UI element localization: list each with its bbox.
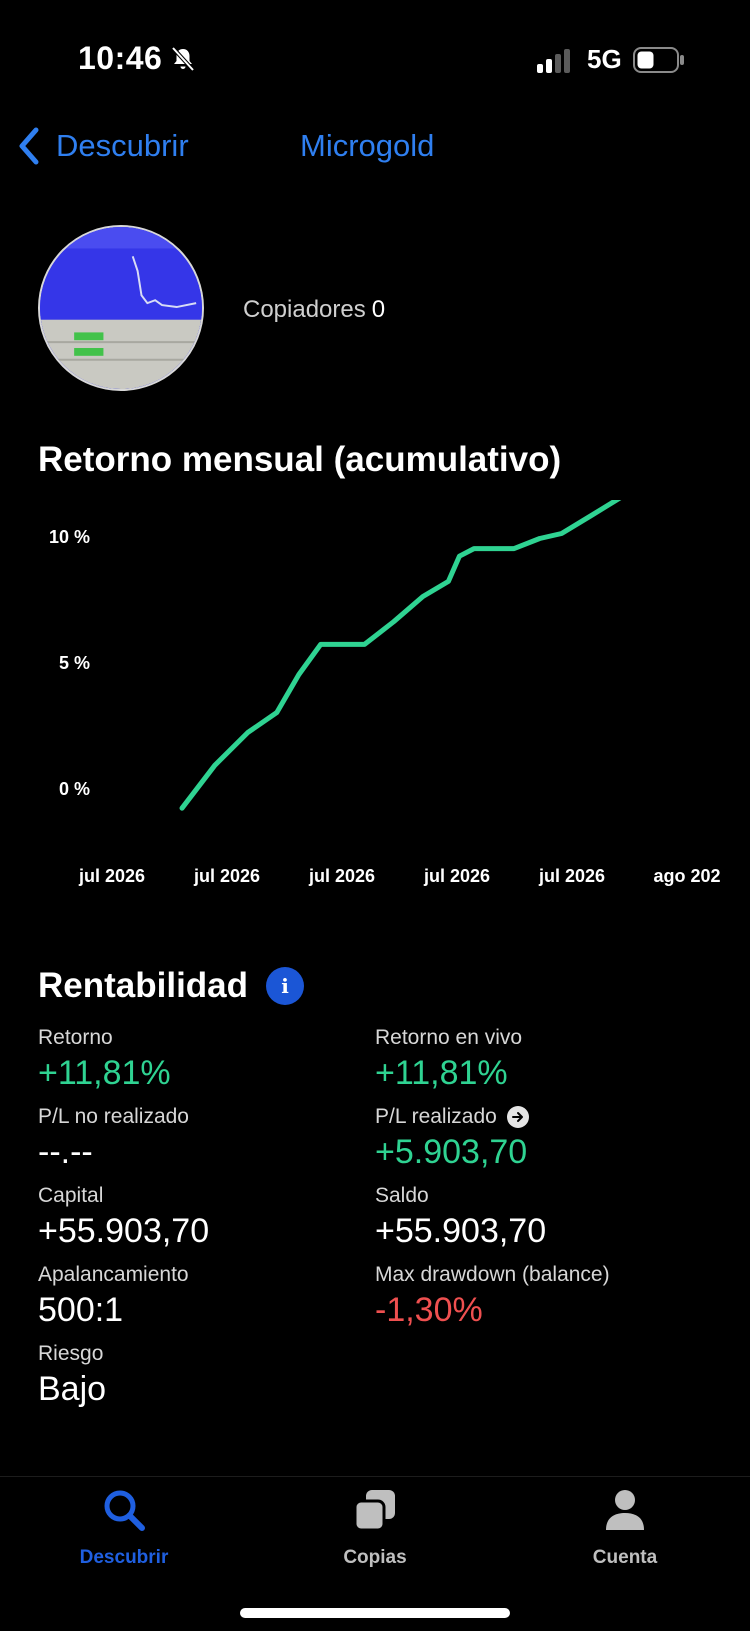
chevron-left-icon: [19, 127, 39, 165]
x-tick-label: jul 2026: [423, 866, 490, 886]
metric-retorno: Retorno +11,81%: [38, 1026, 171, 1093]
metric-pl-no-realizado: P/L no realizado --.--: [38, 1105, 189, 1172]
metric-pl-realizado[interactable]: P/L realizado +5.903,70: [375, 1105, 529, 1172]
rentabilidad-header: Rentabilidad i: [38, 966, 305, 1006]
person-icon: [606, 1490, 644, 1530]
metric-value: -1,30%: [375, 1291, 483, 1329]
metric-riesgo: Riesgo Bajo: [38, 1342, 106, 1409]
page-title: Microgold: [300, 128, 435, 163]
copiers-count: 0: [371, 296, 386, 323]
tab-cuenta[interactable]: Cuenta: [535, 1487, 715, 1569]
copies-icon: [353, 1490, 395, 1532]
metric-label: Saldo: [375, 1184, 429, 1207]
y-tick-label: 0 %: [59, 779, 90, 799]
metric-value: 500:1: [38, 1291, 124, 1329]
metric-label: Retorno en vivo: [375, 1026, 523, 1049]
metric-value: +55.903,70: [375, 1212, 547, 1250]
metric-label: Riesgo: [38, 1342, 104, 1365]
metric-label: Max drawdown (balance): [375, 1263, 610, 1286]
status-bar: 10:46 5G: [0, 0, 750, 120]
avatar: [38, 225, 204, 391]
x-tick-label: jul 2026: [193, 866, 260, 886]
return-chart: 0 % 5 % 10 % jul 2026 jul 2026 jul 2026 jul 20…: [49, 500, 721, 886]
avatar-image: [40, 227, 202, 389]
metric-label: P/L realizado: [375, 1105, 497, 1128]
battery-icon: [633, 47, 684, 73]
metric-label: Capital: [38, 1184, 104, 1207]
metric-value: --.--: [38, 1133, 93, 1171]
copiers-stat: Copiadores 0: [243, 296, 385, 324]
back-button[interactable]: Descubrir: [16, 124, 189, 168]
metric-label: P/L no realizado: [38, 1105, 189, 1128]
tab-label: Copias: [343, 1547, 407, 1568]
metric-label: Apalancamiento: [38, 1263, 189, 1286]
bell-muted-icon: [171, 46, 195, 72]
tab-copias[interactable]: Copias: [285, 1487, 465, 1569]
metric-apalancamiento: Apalancamiento 500:1: [38, 1263, 189, 1330]
metric-saldo: Saldo +55.903,70: [375, 1184, 546, 1251]
x-tick-label: jul 2026: [538, 866, 605, 886]
network-label: 5G: [587, 44, 622, 74]
back-label: Descubrir: [56, 128, 189, 163]
x-tick-label: ago 202: [653, 866, 720, 886]
signal-icon: [537, 49, 570, 73]
metric-value: Bajo: [38, 1370, 107, 1408]
return-line: [179, 500, 622, 811]
metric-value: +11,81%: [375, 1054, 508, 1092]
home-indicator: [240, 1608, 510, 1618]
chart-title: Retorno mensual (acumulativo): [38, 440, 562, 479]
y-tick-label: 5 %: [59, 653, 90, 673]
metric-value: +11,81%: [38, 1054, 171, 1092]
metric-max-drawdown: Max drawdown (balance) -1,30%: [375, 1263, 610, 1330]
metric-capital: Capital +55.903,70: [38, 1184, 209, 1251]
metric-value: +55.903,70: [38, 1212, 210, 1250]
rentabilidad-title: Rentabilidad: [38, 966, 249, 1005]
x-tick-label: jul 2026: [78, 866, 145, 886]
status-time: 10:46: [78, 40, 163, 76]
metric-retorno-en-vivo: Retorno en vivo +11,81%: [375, 1026, 522, 1093]
tab-label: Cuenta: [592, 1547, 658, 1568]
metric-label: Retorno: [38, 1026, 113, 1049]
y-tick-label: 10 %: [49, 527, 90, 547]
tab-descubrir[interactable]: Descubrir: [34, 1487, 214, 1569]
tab-label: Descubrir: [79, 1547, 169, 1568]
search-icon: [104, 1490, 145, 1531]
arrow-right-icon[interactable]: [506, 1106, 529, 1128]
copiers-label: Copiadores: [243, 296, 366, 323]
x-tick-label: jul 2026: [308, 866, 375, 886]
info-icon[interactable]: i: [266, 967, 305, 1005]
metric-label-row: P/L realizado: [375, 1105, 529, 1129]
metric-value: +5.903,70: [375, 1133, 528, 1171]
